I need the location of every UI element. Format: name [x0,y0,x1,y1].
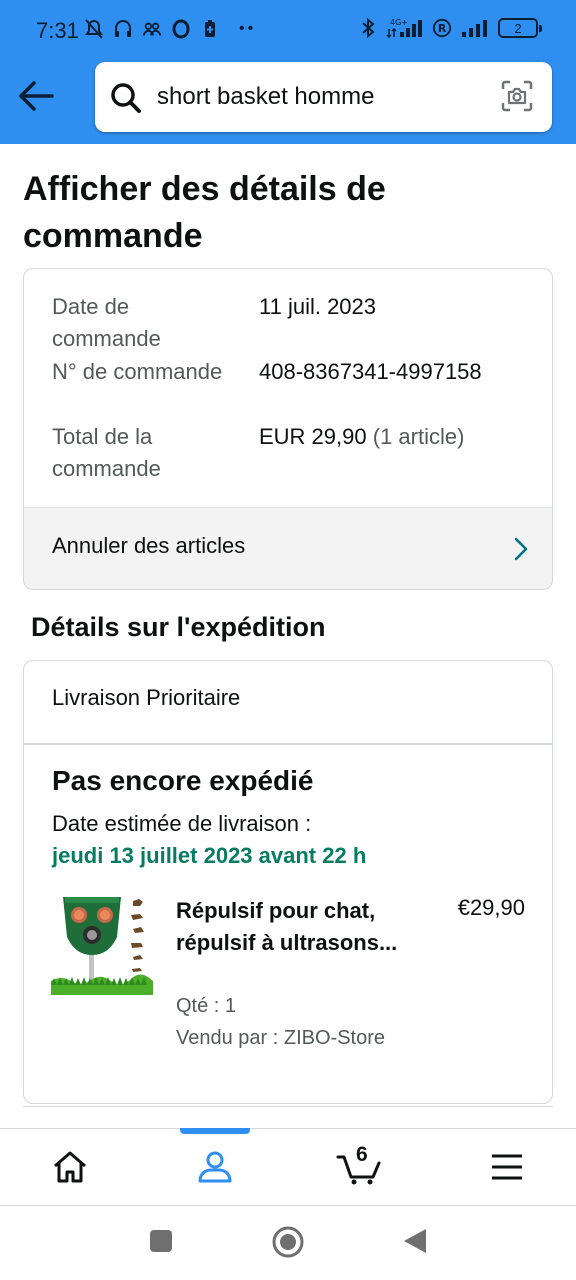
product-price: €29,90 [457,895,525,920]
status-right-icons: 4G+ R 2 [358,17,542,39]
svg-text:R: R [438,22,447,35]
order-number-label: N° de commande [52,359,223,384]
bottom-nav [0,1128,576,1206]
opera-icon [172,19,190,39]
home-icon[interactable] [50,1147,90,1187]
order-total-label: Total de la commande [52,424,161,481]
app-header: 7:31 •• 4G+ R 2 short basket homme [0,0,576,144]
product-image[interactable] [51,893,153,995]
search-input[interactable]: short basket homme [157,83,374,111]
status-bar: 7:31 •• 4G+ R 2 [0,0,576,62]
camera-scan-icon[interactable] [500,79,534,113]
active-tab-indicator [180,1128,250,1134]
battery-level: 2 [514,20,522,36]
order-total-count: (1 article) [372,424,465,449]
estimated-delivery-date: jeudi 13 juillet 2023 avant 22 h [52,843,367,868]
mute-icon [85,19,103,39]
chevron-right-icon [514,537,528,561]
search-icon[interactable] [109,81,143,115]
home-button-icon[interactable] [271,1225,305,1259]
cancel-items-button[interactable]: Annuler des articles [24,507,552,589]
product-title-link[interactable]: Répulsif pour chat, répulsif à ultrasons… [176,895,426,959]
product-seller: Vendu par : ZIBO-Store [176,1027,385,1049]
bluetooth-icon [362,17,375,39]
account-icon[interactable] [195,1147,235,1187]
battery-icon: 2 [498,18,542,38]
order-number-value: 408-8367341-4997158 [259,359,482,384]
order-total-value: EUR 29,90 [259,424,367,449]
cart-count-badge: 6 [356,1143,368,1166]
back-icon[interactable] [402,1227,428,1255]
estimated-delivery-label: Date estimée de livraison : [52,811,312,836]
headset-icon [115,20,131,37]
signal-icon [462,20,487,37]
cancel-items-label: Annuler des articles [52,533,246,558]
system-nav-bar [0,1206,576,1280]
group-icon [142,22,162,36]
status-left-icons: •• [84,18,256,40]
order-date-label: Date de commande [52,294,161,351]
order-date-value: 11 juil. 2023 [259,294,377,319]
more-dots-icon: •• [239,20,257,37]
shipping-method: Livraison Prioritaire [52,685,241,710]
divider [24,743,552,745]
status-time: 7:31 [36,18,79,43]
shipment-status: Pas encore expédié [52,765,314,796]
registered-icon: R [432,18,452,38]
menu-icon[interactable] [487,1147,527,1187]
content-divider [23,1106,553,1107]
recent-apps-icon[interactable] [148,1228,174,1254]
signal-4g-icon: 4G+ [386,18,422,39]
svg-text:4G+: 4G+ [390,18,408,27]
product-quantity: Qté : 1 [176,995,237,1017]
arrow-left-icon[interactable] [16,78,56,114]
order-summary-card: Date de commande 11 juil. 2023 N° de com… [23,268,553,590]
page-title: Afficher des détails de commande [23,170,386,255]
shipment-section-title: Détails sur l'expédition [31,612,326,642]
order-total-value-group: EUR 29,90 (1 article) [259,421,464,453]
search-bar[interactable]: short basket homme [95,62,552,132]
battery-saver-icon [205,20,215,37]
shipment-card: Livraison Prioritaire Pas encore expédié… [23,660,553,1104]
